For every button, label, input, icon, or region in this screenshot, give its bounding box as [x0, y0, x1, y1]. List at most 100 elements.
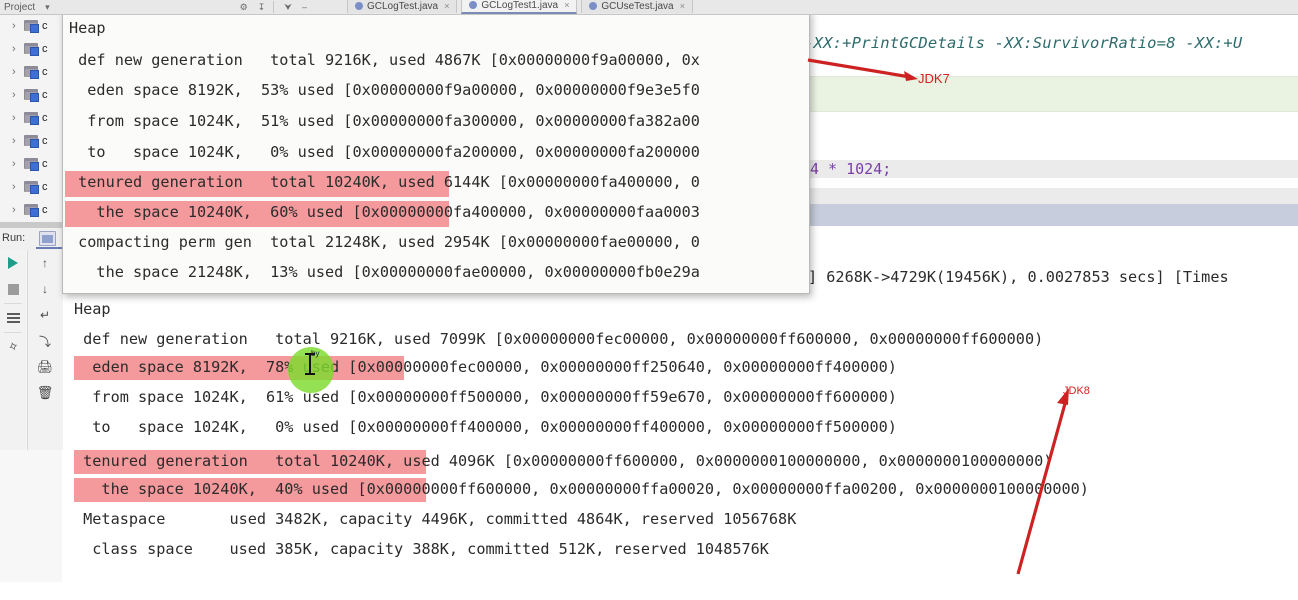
editor-tab-gclogtest[interactable]: GCLogTest.java ×: [346, 0, 458, 13]
editor-tab-label: GCLogTest.java: [366, 0, 439, 12]
top-toolbar[interactable]: Project ▾ ⚙ ↧ ⮟ – GCLogTest.java × GCLog…: [0, 0, 1298, 15]
tree-row[interactable]: › c: [0, 14, 62, 37]
run-toolbar-right[interactable]: ↑ ↓ ↵ ⤵ 🖨 🗑: [27, 250, 63, 450]
editor-tab-label: GCLogTest1.java: [481, 0, 559, 11]
settings-gear-icon[interactable]: ⚙: [240, 2, 248, 13]
stop-button[interactable]: [0, 276, 26, 302]
popup-heap-line-3: from space 1024K, 51% used [0x00000000fa…: [69, 112, 700, 130]
console-heap-line-2: eden space 8192K, 78% used [0x00000000fe…: [74, 358, 897, 376]
java-file-icon: [589, 2, 598, 10]
up-arrow-icon[interactable]: ↑: [28, 250, 62, 276]
hide-icon[interactable]: –: [302, 2, 307, 12]
popup-heap-line-1: def new generation total 9216K, used 486…: [69, 51, 700, 69]
editor-selected-line-band: [808, 204, 1298, 226]
tree-row-label: c: [42, 134, 48, 147]
pin-tab-button[interactable]: ✧: [0, 334, 26, 360]
console-heap-line-4: to space 1024K, 0% used [0x00000000ff400…: [74, 418, 897, 436]
module-folder-icon: [24, 111, 40, 125]
tree-row-label: c: [42, 203, 48, 216]
module-folder-icon: [24, 88, 40, 102]
print-icon[interactable]: 🖨: [28, 354, 62, 380]
chevron-right-icon[interactable]: ›: [12, 158, 24, 170]
editor-tab-gcusetest[interactable]: GCUseTest.java ×: [581, 0, 693, 13]
bottom-edge-strip: [0, 582, 1298, 600]
cursor-tooltip-text: by: [311, 349, 320, 358]
module-folder-icon: [24, 65, 40, 79]
module-folder-icon: [24, 19, 40, 33]
console-heap-line-1: def new generation total 9216K, used 709…: [74, 330, 1044, 348]
collapse-all-icon[interactable]: ↧: [258, 2, 266, 13]
chevron-right-icon[interactable]: ›: [12, 66, 24, 78]
locate-icon[interactable]: ⮟: [284, 2, 292, 13]
tree-row[interactable]: › c: [0, 83, 62, 106]
chevron-down-icon[interactable]: ▾: [45, 2, 50, 13]
close-icon[interactable]: ×: [564, 0, 569, 10]
module-folder-icon: [24, 157, 40, 171]
chevron-right-icon[interactable]: ›: [12, 112, 24, 124]
run-window-title: Run:: [2, 232, 26, 244]
tree-row[interactable]: › c: [0, 198, 62, 221]
module-folder-icon: [24, 203, 40, 217]
console-heap-line-5: tenured generation total 10240K, used 40…: [74, 452, 1053, 470]
soft-wrap-icon[interactable]: ↵: [28, 302, 62, 328]
console-heap-line-8: class space used 385K, capacity 388K, co…: [74, 540, 769, 558]
toolbar-divider: [4, 332, 22, 333]
chevron-right-icon[interactable]: ›: [12, 43, 24, 55]
popup-heap-line-2: eden space 8192K, 53% used [0x00000000f9…: [69, 81, 700, 99]
java-file-icon: [354, 2, 363, 10]
tree-row-label: c: [42, 111, 48, 124]
tree-row[interactable]: › c: [0, 106, 62, 129]
down-arrow-icon[interactable]: ↓: [28, 276, 62, 302]
tree-row[interactable]: › c: [0, 37, 62, 60]
editor-tab-label: GCUseTest.java: [601, 0, 674, 12]
console-heap-line-7: Metaspace used 3482K, capacity 4496K, co…: [74, 510, 797, 528]
run-tool-window-header[interactable]: Run:: [0, 228, 62, 250]
toolbar-divider: [4, 303, 22, 304]
close-icon[interactable]: ×: [444, 1, 449, 11]
tree-row[interactable]: › c: [0, 129, 62, 152]
popup-heap-line-8: the space 21248K, 13% used [0x00000000fa…: [69, 263, 700, 281]
tree-row-label: c: [42, 65, 48, 78]
popup-heap-line-0: Heap: [69, 19, 106, 37]
chevron-right-icon[interactable]: ›: [12, 181, 24, 193]
editor-tab-gclogtest1[interactable]: GCLogTest1.java ×: [461, 0, 578, 14]
tree-row[interactable]: › c: [0, 152, 62, 175]
chevron-right-icon[interactable]: ›: [12, 204, 24, 216]
run-tab-active-underline: [36, 247, 62, 249]
tree-row-label: c: [42, 19, 48, 32]
tree-row-label: c: [42, 42, 48, 55]
tree-row-label: c: [42, 180, 48, 193]
popup-heap-line-4: to space 1024K, 0% used [0x00000000fa200…: [69, 143, 700, 161]
tree-row[interactable]: › c: [0, 60, 62, 83]
run-tab-icon[interactable]: [39, 231, 56, 246]
project-menu-label[interactable]: Project: [4, 2, 35, 13]
rerun-button[interactable]: [0, 305, 26, 331]
jdk8-annotation-label: JDK8: [1063, 385, 1090, 397]
run-button[interactable]: [0, 250, 26, 276]
vm-options-text: -XX:+PrintGCDetails -XX:SurvivorRatio=8 …: [804, 34, 1243, 52]
run-config-green-band: [808, 76, 1298, 112]
editor-code-fragment: 4 * 1024;: [810, 160, 892, 178]
heap-output-popup[interactable]: Heap def new generation total 9216K, use…: [62, 10, 810, 294]
module-folder-icon: [24, 134, 40, 148]
popup-heap-line-6: the space 10240K, 60% used [0x00000000fa…: [69, 203, 700, 221]
module-folder-icon: [24, 180, 40, 194]
chevron-right-icon[interactable]: ›: [12, 135, 24, 147]
toolbar-separator: [273, 1, 275, 13]
console-gc-log-line: ] 6268K->4729K(19456K), 0.0027853 secs] …: [808, 268, 1229, 286]
project-tree[interactable]: › c › c › c › c › c › c › c › c › c: [0, 14, 63, 228]
trash-icon[interactable]: 🗑: [28, 380, 62, 406]
chevron-right-icon[interactable]: ›: [12, 89, 24, 101]
ide-window: -XX:+PrintGCDetails -XX:SurvivorRatio=8 …: [0, 0, 1298, 600]
tree-row[interactable]: › c: [0, 175, 62, 198]
scroll-to-end-icon[interactable]: ⤵: [28, 328, 62, 354]
module-folder-icon: [24, 42, 40, 56]
run-toolbar-left[interactable]: ✧: [0, 250, 26, 450]
console-heap-line-3: from space 1024K, 61% used [0x00000000ff…: [74, 388, 897, 406]
popup-heap-line-5: tenured generation total 10240K, used 61…: [69, 173, 700, 191]
tree-row-label: c: [42, 157, 48, 170]
popup-heap-line-7: compacting perm gen total 21248K, used 2…: [69, 233, 700, 251]
close-icon[interactable]: ×: [680, 1, 685, 11]
chevron-right-icon[interactable]: ›: [12, 20, 24, 32]
java-file-icon: [469, 1, 478, 9]
